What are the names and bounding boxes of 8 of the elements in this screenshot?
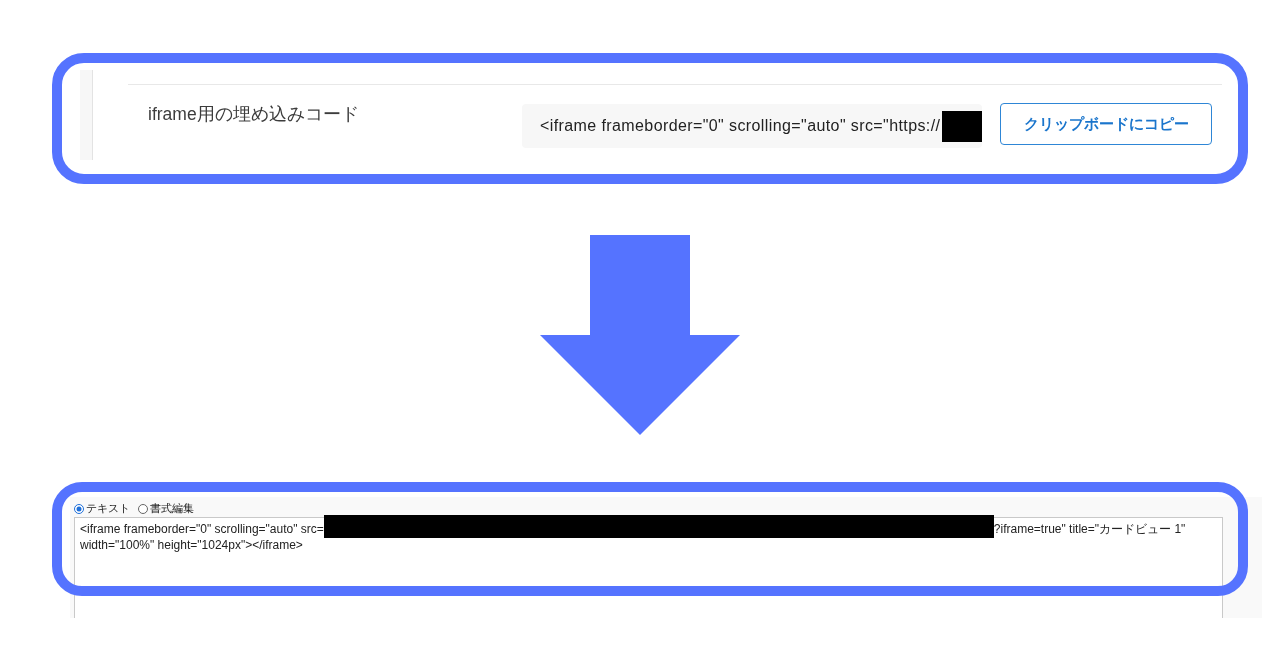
radio-option[interactable]: 書式編集 xyxy=(138,503,194,514)
copy-to-clipboard-button[interactable]: クリップボードにコピー xyxy=(1000,103,1213,145)
down-arrow-icon xyxy=(540,235,740,435)
radio-option[interactable]: テキスト xyxy=(74,503,130,514)
embed-code-field: <iframe frameborder="0" scrolling="auto" src="https:// xyxy=(522,104,983,148)
embed-code-label: iframe用の埋め込みコード xyxy=(148,104,360,124)
embed-code-textarea[interactable]: <iframe frameborder="0" scrolling="auto" src= ?iframe=true" title="カードビュー 1" width="100%" height="1024px"></iframe> xyxy=(74,517,1223,618)
redaction-block xyxy=(942,110,983,142)
